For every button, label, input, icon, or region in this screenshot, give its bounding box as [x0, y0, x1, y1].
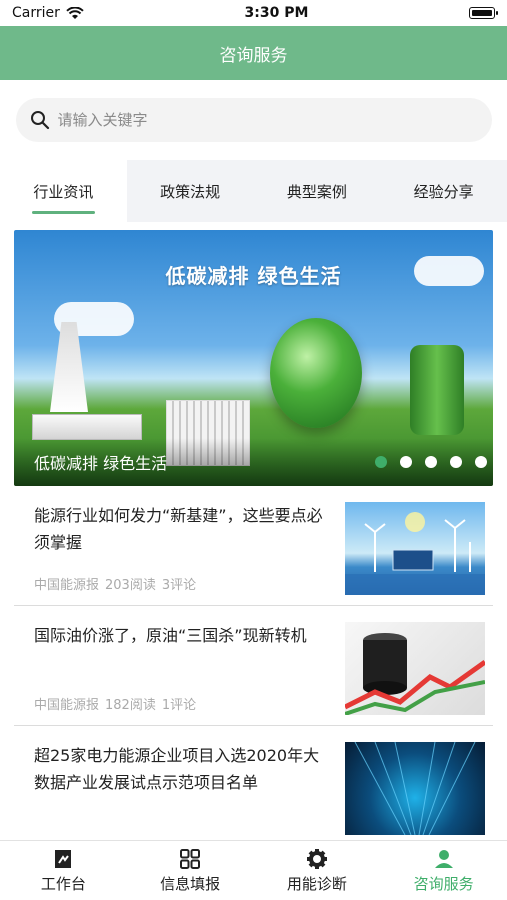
page-title: 咨询服务 [219, 45, 288, 66]
person-icon [434, 849, 453, 868]
tabbar-diagnosis[interactable]: 用能诊断 [254, 841, 381, 900]
tab-label: 政策法规 [160, 182, 221, 201]
tab-label: 典型案例 [286, 182, 347, 201]
news-item[interactable]: 超25家电力能源企业项目入选2020年大数据产业发展试点示范项目名单 [14, 726, 493, 846]
grid-icon [180, 848, 201, 869]
tab-label: 行业资讯 [33, 182, 94, 201]
tab-label: 经验分享 [413, 182, 474, 201]
news-meta: 中国能源报 182阅读 1评论 [34, 694, 329, 713]
banner-carousel[interactable]: 低碳减排 绿色生活 低碳减排 绿色生活 [14, 230, 493, 486]
status-bar: Carrier 3:30 PM [0, 0, 507, 26]
workbench-icon [55, 849, 72, 868]
data-center-image [354, 742, 476, 835]
tabbar-label: 信息填报 [160, 874, 221, 893]
status-time: 3:30 PM [244, 5, 309, 21]
news-thumbnail [345, 502, 485, 595]
news-comments: 1评论 [161, 698, 197, 713]
globe-image [270, 318, 362, 428]
carousel-dot[interactable] [400, 456, 412, 468]
tabbar-label: 工作台 [40, 874, 86, 893]
tab-experience[interactable]: 经验分享 [380, 160, 507, 222]
page-header: 咨询服务 [0, 26, 507, 80]
search-icon [30, 111, 49, 130]
news-meta: 中国能源报 203阅读 3评论 [34, 574, 329, 593]
battery-image [410, 345, 464, 435]
news-item[interactable]: 能源行业如何发力“新基建”，这些要点必须掌握 中国能源报 203阅读 3评论 [14, 486, 493, 606]
carousel-dot[interactable] [375, 456, 387, 468]
tabbar-workbench[interactable]: 工作台 [0, 841, 127, 900]
carousel-dot[interactable] [475, 456, 487, 468]
carousel-indicator [375, 456, 487, 468]
tabbar-info-entry[interactable]: 信息填报 [127, 841, 254, 900]
news-source: 中国能源报 [34, 578, 100, 593]
category-tabs: 行业资讯 政策法规 典型案例 经验分享 [0, 160, 507, 222]
tab-policies[interactable]: 政策法规 [127, 160, 254, 222]
carrier-label: Carrier [12, 5, 60, 21]
wind-turbine-image [345, 512, 485, 595]
news-item[interactable]: 国际油价涨了，原油“三国杀”现新转机 中国能源报 182阅读 1评论 [14, 606, 493, 726]
bottom-tab-bar: 工作台 信息填报 用能诊断 咨询服务 [0, 840, 507, 900]
news-title: 国际油价涨了，原油“三国杀”现新转机 [34, 626, 307, 645]
search-section [0, 80, 507, 160]
news-comments: 3评论 [161, 578, 197, 593]
carousel-dot[interactable] [425, 456, 437, 468]
news-thumbnail [345, 742, 485, 835]
wifi-icon [66, 6, 84, 19]
tabbar-label: 用能诊断 [286, 874, 347, 893]
gear-icon [306, 848, 327, 869]
banner-caption-bar: 低碳减排 绿色生活 [14, 438, 493, 486]
tab-cases[interactable]: 典型案例 [254, 160, 381, 222]
carousel-dot[interactable] [450, 456, 462, 468]
tab-industry-news[interactable]: 行业资讯 [0, 160, 127, 222]
banner-headline: 低碳减排 绿色生活 [165, 264, 342, 288]
news-title: 超25家电力能源企业项目入选2020年大数据产业发展试点示范项目名单 [34, 746, 320, 792]
heater-image [32, 414, 142, 440]
news-list: 能源行业如何发力“新基建”，这些要点必须掌握 中国能源报 203阅读 3评论 国… [14, 486, 493, 846]
search-bar[interactable] [15, 98, 492, 142]
search-input[interactable] [57, 111, 478, 129]
news-source: 中国能源报 [34, 698, 100, 713]
news-title: 能源行业如何发力“新基建”，这些要点必须掌握 [34, 506, 323, 552]
banner-caption: 低碳减排 绿色生活 [34, 454, 168, 473]
battery-icon [469, 7, 498, 19]
news-reads: 203阅读 [105, 578, 156, 593]
oil-barrel-image [345, 633, 485, 715]
news-thumbnail [345, 622, 485, 715]
tabbar-label: 咨询服务 [413, 874, 474, 893]
news-reads: 182阅读 [105, 698, 156, 713]
tabbar-consulting[interactable]: 咨询服务 [380, 841, 507, 900]
